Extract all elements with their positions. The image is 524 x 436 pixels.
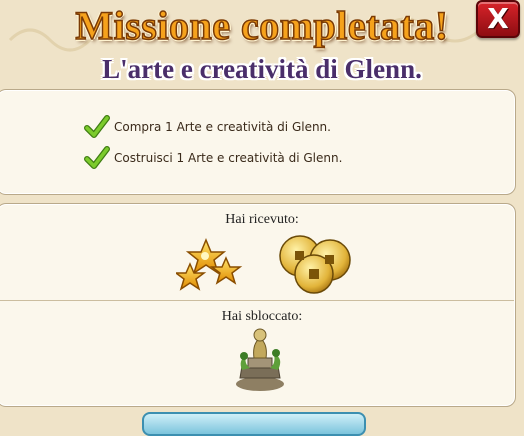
received-heading: Hai ricevuto: bbox=[225, 212, 299, 227]
continue-button[interactable] bbox=[142, 412, 366, 436]
task-label: Costruisci 1 Arte e creatività di Glenn. bbox=[114, 151, 343, 165]
close-icon[interactable]: X bbox=[478, 2, 518, 36]
check-icon bbox=[84, 115, 110, 138]
stars-icon bbox=[176, 238, 243, 291]
tasks-panel bbox=[0, 89, 516, 195]
mission-name: L'arte e creatività di Glenn. bbox=[102, 54, 422, 84]
close-button[interactable]: X bbox=[476, 0, 520, 38]
task-label: Compra 1 Arte e creatività di Glenn. bbox=[114, 120, 331, 134]
section-divider bbox=[0, 300, 514, 301]
unlocked-heading: Hai sbloccato: bbox=[221, 309, 303, 324]
gold-coins-icon bbox=[279, 235, 351, 294]
check-icon bbox=[84, 146, 110, 169]
dialog-title: Missione completata! bbox=[75, 2, 449, 49]
glenn-art-statue-icon bbox=[236, 328, 284, 391]
